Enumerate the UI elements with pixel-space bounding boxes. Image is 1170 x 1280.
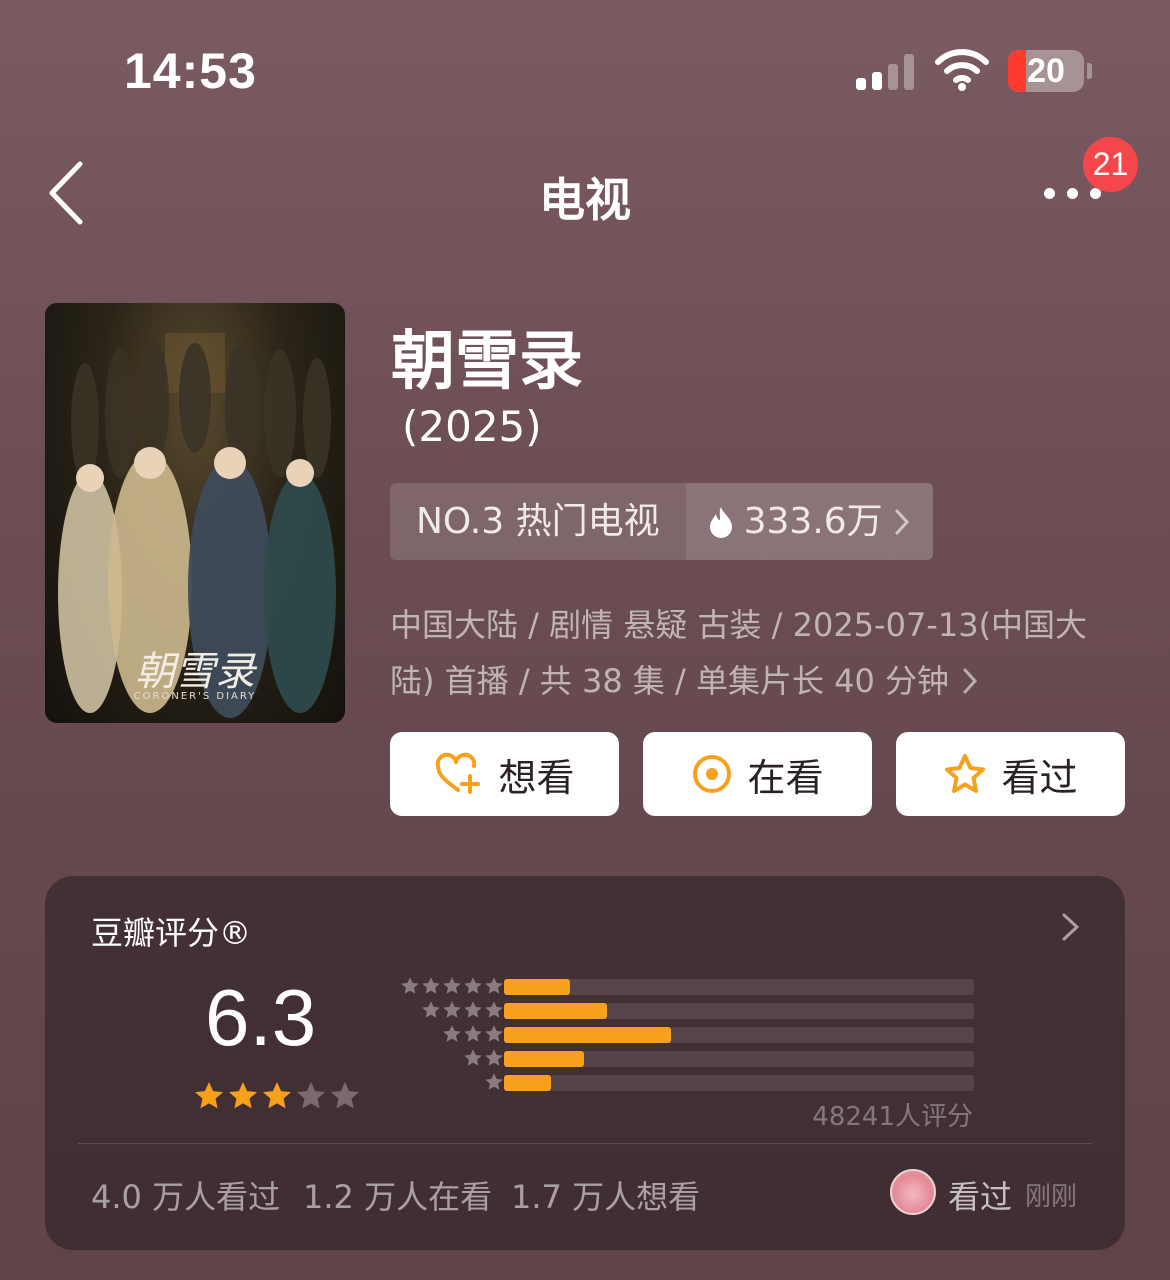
want-to-watch-button[interactable]: 想看 xyxy=(390,732,619,816)
rank-label: NO.3 热门电视 xyxy=(390,483,686,560)
distribution-stars xyxy=(463,1048,504,1068)
distribution-bar-track xyxy=(504,1003,974,1019)
notification-badge: 21 xyxy=(1083,137,1138,192)
distribution-row-4 xyxy=(383,1000,1003,1022)
distribution-row-5 xyxy=(383,976,1003,998)
avatar[interactable] xyxy=(890,1169,936,1215)
star-filled-icon xyxy=(229,1082,257,1109)
star-outline-icon xyxy=(945,754,986,793)
star-gray-icon xyxy=(485,1073,503,1090)
heat-value: 333.6万 xyxy=(743,501,883,542)
watching-label: 在看 xyxy=(747,755,824,800)
chevron-right-icon xyxy=(963,668,978,694)
distribution-bar-track xyxy=(504,1027,974,1043)
watching-button[interactable]: 在看 xyxy=(643,732,872,816)
chevron-right-icon[interactable] xyxy=(1059,910,1083,944)
watching-count: 1.2 万人在看 xyxy=(303,1178,493,1216)
heart-plus-icon xyxy=(436,752,481,794)
target-icon xyxy=(693,755,732,793)
cellular-signal-icon xyxy=(856,52,914,90)
poster-subtitle: CORONER'S DIARY xyxy=(134,691,257,702)
star-gray-icon xyxy=(485,1025,503,1042)
poster-logo: 朝雪录 xyxy=(135,649,258,695)
distribution-stars xyxy=(421,1000,504,1020)
star-gray-icon xyxy=(443,1025,461,1042)
battery-level: 20 xyxy=(1027,52,1065,90)
meta-line-2: 陆) 首播 / 共 38 集 / 单集片长 40 分钟 xyxy=(390,662,950,700)
star-empty-icon xyxy=(297,1082,325,1109)
movie-meta[interactable]: 中国大陆 / 剧情 悬疑 古装 / 2025-07-13(中国大 陆) 首播 /… xyxy=(390,597,1110,709)
poster-image[interactable]: 朝雪录 CORONER'S DIARY xyxy=(45,303,345,723)
star-gray-icon xyxy=(443,977,461,994)
battery-tip xyxy=(1087,63,1092,79)
battery-icon: 20 xyxy=(1008,50,1084,92)
movie-title: 朝雪录 xyxy=(391,325,583,399)
wifi-icon xyxy=(935,49,989,91)
distribution-bar-1 xyxy=(504,1075,551,1091)
divider xyxy=(78,1143,1092,1144)
rating-score: 6.3 xyxy=(205,973,317,1062)
flame-icon xyxy=(709,506,732,538)
distribution-bar-2 xyxy=(504,1051,584,1067)
rank-badge[interactable]: NO.3 热门电视 333.6万 xyxy=(390,483,933,560)
star-gray-icon xyxy=(485,1049,503,1066)
distribution-row-3 xyxy=(383,1024,1003,1046)
star-empty-icon xyxy=(331,1082,359,1109)
rating-card: 豆瓣评分® 6.3 48241人评分 4.0 万人看过 1.2 万人在看 1.7… xyxy=(45,876,1125,1250)
rating-count: 48241人评分 xyxy=(812,1102,973,1132)
distribution-bar-5 xyxy=(504,979,570,995)
star-gray-icon xyxy=(485,1001,503,1018)
want-count: 1.7 万人想看 xyxy=(511,1178,701,1216)
meta-line-1: 中国大陆 / 剧情 悬疑 古装 / 2025-07-13(中国大 xyxy=(390,606,1088,644)
chevron-right-icon xyxy=(895,509,909,534)
movie-year: (2025) xyxy=(402,402,542,451)
star-filled-icon xyxy=(195,1082,223,1109)
watched-label: 看过 xyxy=(1001,755,1078,800)
star-gray-icon xyxy=(485,977,503,994)
star-gray-icon xyxy=(464,977,482,994)
rating-stars xyxy=(193,1080,361,1112)
seen-count: 4.0 万人看过 xyxy=(91,1178,281,1216)
distribution-stars xyxy=(442,1024,504,1044)
distribution-bar-3 xyxy=(504,1027,671,1043)
distribution-stars xyxy=(400,976,504,996)
heat-chip: 333.6万 xyxy=(685,483,933,560)
star-gray-icon xyxy=(464,1001,482,1018)
star-gray-icon xyxy=(401,977,419,994)
status-time: 14:53 xyxy=(124,43,257,99)
meta-line-2-row: 陆) 首播 / 共 38 集 / 单集片长 40 分钟 xyxy=(390,653,1110,709)
distribution-row-2 xyxy=(383,1048,1003,1070)
star-filled-icon xyxy=(263,1082,291,1109)
poster-artwork: 朝雪录 CORONER'S DIARY xyxy=(58,333,336,718)
my-status-time: 刚刚 xyxy=(1025,1182,1078,1212)
distribution-bar-track xyxy=(504,1075,974,1091)
star-gray-icon xyxy=(422,1001,440,1018)
distribution-row-1 xyxy=(383,1072,1003,1094)
my-status: 看过 xyxy=(948,1178,1013,1216)
star-gray-icon xyxy=(464,1049,482,1066)
watched-button[interactable]: 看过 xyxy=(896,732,1125,816)
star-gray-icon xyxy=(464,1025,482,1042)
distribution-stars xyxy=(484,1072,504,1092)
star-gray-icon xyxy=(422,977,440,994)
distribution-bar-track xyxy=(504,1051,974,1067)
distribution-bar-track xyxy=(504,979,974,995)
page-title: 电视 xyxy=(539,173,631,227)
rating-title: 豆瓣评分® xyxy=(91,914,252,952)
star-gray-icon xyxy=(443,1001,461,1018)
want-to-watch-label: 想看 xyxy=(498,755,575,800)
distribution-bar-4 xyxy=(504,1003,607,1019)
